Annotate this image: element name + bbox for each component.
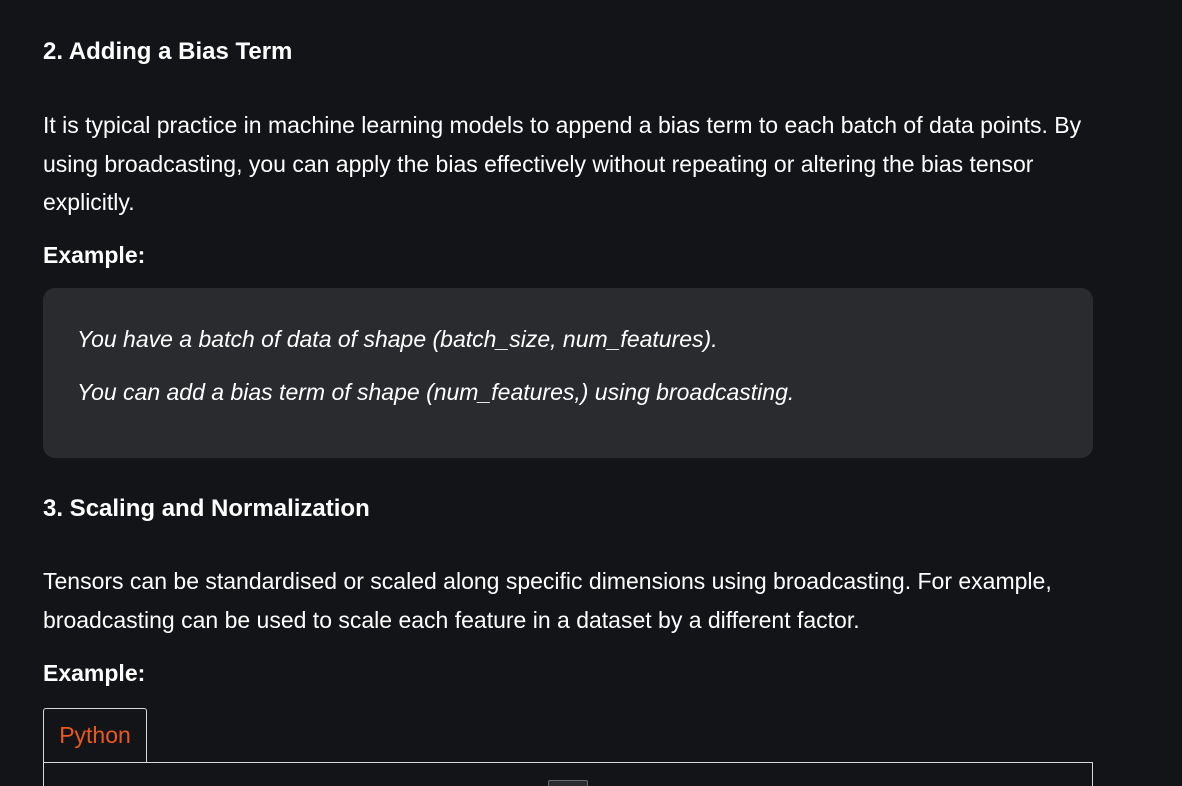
section-heading-scaling: 3. Scaling and Normalization <box>43 495 370 522</box>
code-tab-python[interactable]: Python <box>43 708 147 762</box>
example-label-scaling: Example: <box>43 660 146 686</box>
code-panel <box>43 762 1093 786</box>
code-toolbar-handle[interactable] <box>548 780 588 786</box>
example-label-bias-term: Example: <box>43 242 146 268</box>
example-callout-box: You have a batch of data of shape (batch… <box>43 288 1093 458</box>
example-line-2: You can add a bias term of shape (num_fe… <box>77 379 795 405</box>
section-paragraph-bias-term: It is typical practice in machine learni… <box>43 112 1082 215</box>
article-page: 2. Adding a Bias Term It is typical prac… <box>0 0 1182 786</box>
example-line-1: You have a batch of data of shape (batch… <box>77 326 718 352</box>
section-heading-bias-term: 2. Adding a Bias Term <box>43 38 293 65</box>
section-paragraph-scaling: Tensors can be standardised or scaled al… <box>43 568 1052 633</box>
